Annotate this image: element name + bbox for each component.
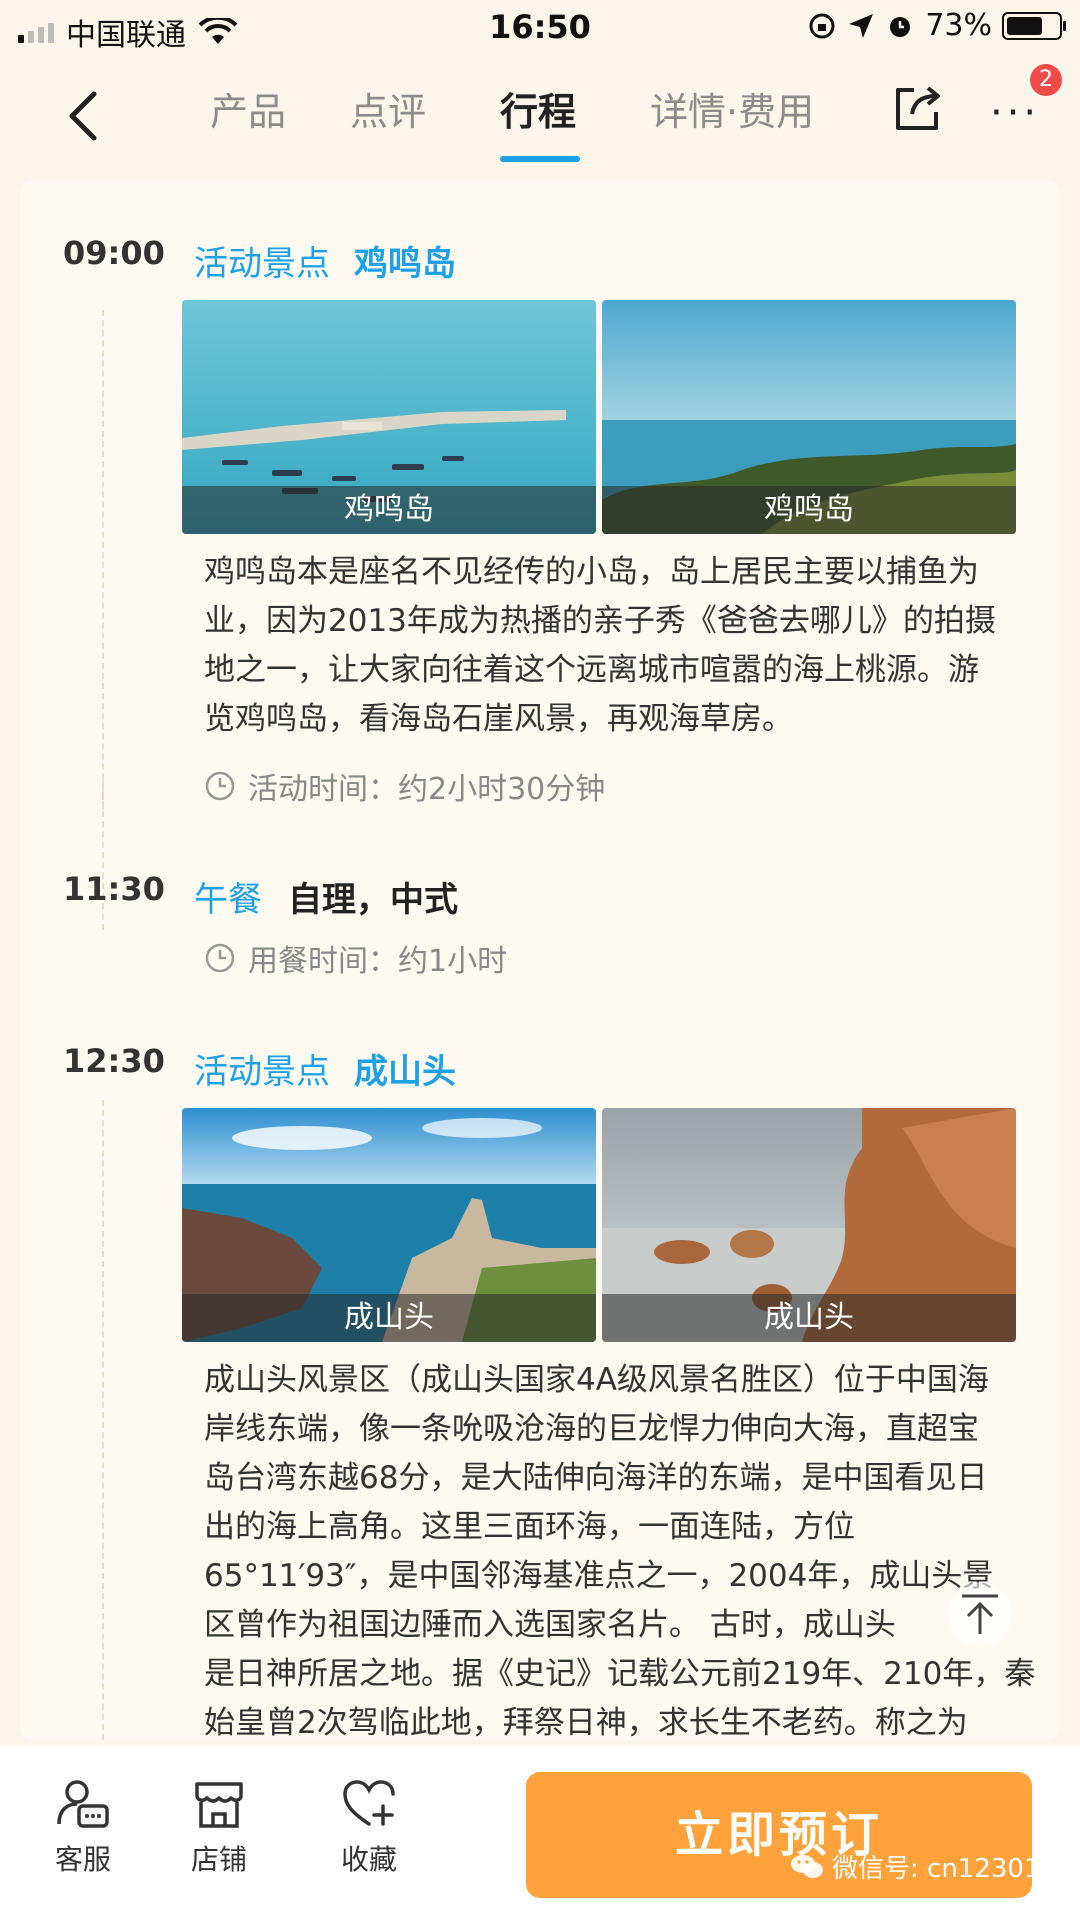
alarm-icon <box>890 16 911 37</box>
photo-caption: 鸡鸣岛 <box>182 486 596 534</box>
photo-jimingdao-coast[interactable]: 鸡鸣岛 <box>602 300 1016 534</box>
customer-service-button[interactable]: 客服 <box>28 1776 138 1878</box>
photo-chengshantou-rocks[interactable]: 成山头 <box>602 1108 1016 1342</box>
orientation-lock-icon <box>809 13 835 38</box>
tab-product[interactable]: 产品 <box>210 82 350 142</box>
description-line: 览鸡鸣岛，看海岛石崖风景，再观海草房。 <box>204 701 793 737</box>
photo-chengshantou-cliff[interactable]: 成山头 <box>182 1108 596 1342</box>
description-line: 鸡鸣岛本是座名不见经传的小岛，岛上居民主要以捕鱼为 <box>204 554 979 590</box>
duration-text: 用餐时间：约1小时 <box>248 944 508 979</box>
favorite-button[interactable]: 收藏 <box>314 1776 424 1878</box>
description-line: 始皇曾2次驾临此地，拜祭日神，求长生不老药。称之为 <box>204 1705 968 1741</box>
description-line: 成山头风景区（成山头国家4A级风景名胜区）位于中国海 <box>204 1362 989 1398</box>
description-line: 是日神所居之地。据《史记》记载公元前219年、210年，秦 <box>204 1656 1036 1692</box>
tab-itinerary[interactable]: 行程 <box>500 82 650 162</box>
item-time: 09:00 <box>63 234 165 272</box>
description-line: 业，因为2013年成为热播的亲子秀《爸爸去哪儿》的拍摄 <box>204 603 996 639</box>
item-title[interactable]: 鸡鸣岛 <box>354 236 456 285</box>
tab-details-fees-label: 详情·费用 <box>650 90 815 134</box>
photo-caption: 鸡鸣岛 <box>602 486 1016 534</box>
arrow-up-icon <box>962 1594 998 1634</box>
description-line: 岛台湾东越68分，是大陆伸向海洋的东端，是中国看见日 <box>204 1460 988 1496</box>
status-right: 73% <box>807 8 1066 43</box>
customer-service-label: 客服 <box>54 1843 111 1876</box>
tab-reviews[interactable]: 点评 <box>350 82 500 142</box>
item-type: 活动景点 <box>194 244 330 284</box>
clock-icon <box>205 943 235 973</box>
description-line: 65°11′93″，是中国邻海基准点之一，2004年，成山头景 <box>204 1558 994 1594</box>
location-icon <box>849 13 874 38</box>
description-line: 出的海上高角。这里三面环海，一面连陆，方位 <box>204 1509 855 1545</box>
shop-label: 店铺 <box>190 1843 247 1876</box>
description-line: 区曾作为祖国边陲而入选国家名片。 古时，成山头 <box>204 1607 896 1643</box>
active-tab-indicator <box>500 156 580 162</box>
tab-details-fees[interactable]: 详情·费用 <box>650 82 830 142</box>
item-description: 成山头风景区（成山头国家4A级风景名胜区）位于中国海 岸线东端，像一条吮吸沧海的… <box>204 1356 1035 1748</box>
photo-jimingdao-harbor[interactable]: 鸡鸣岛 <box>182 300 596 534</box>
description-line: 地之一，让大家向往着这个远离城市喧嚣的海上桃源。游 <box>204 652 979 688</box>
wechat-icon <box>791 1854 823 1878</box>
item-type: 活动景点 <box>194 1052 330 1092</box>
nav-bar: 产品 点评 行程 详情·费用 ··· 2 <box>0 60 1080 170</box>
shop-icon <box>195 1782 243 1828</box>
itinerary-content: 09:00 活动景点 鸡鸣岛 鸡鸣岛 鸡鸣岛 鸡鸣岛本是座名不见经传的小岛，岛上… <box>20 180 1060 1741</box>
notification-badge: 2 <box>1030 64 1062 96</box>
bottom-bar: 客服 店铺 收藏 立即预订 微信号: cn12301 <box>0 1746 1080 1920</box>
watermark-text: 微信号: cn12301 <box>832 1854 1041 1884</box>
item-time: 11:30 <box>63 870 165 908</box>
tab-reviews-label: 点评 <box>350 90 427 134</box>
tab-itinerary-label: 行程 <box>500 90 577 134</box>
duration-text: 活动时间：约2小时30分钟 <box>248 772 606 807</box>
photo-caption: 成山头 <box>182 1294 596 1342</box>
shop-button[interactable]: 店铺 <box>164 1776 274 1878</box>
tab-bar: 产品 点评 行程 详情·费用 <box>190 82 830 162</box>
share-icon[interactable] <box>892 80 946 134</box>
item-title: 自理，中式 <box>288 880 458 920</box>
back-arrow-icon[interactable] <box>60 86 110 146</box>
battery-icon <box>1002 11 1066 40</box>
more-menu-icon[interactable]: ··· <box>990 90 1040 136</box>
status-bar: 中国联通 16:50 73% <box>0 0 1080 56</box>
item-type: 午餐 <box>194 880 262 920</box>
wechat-watermark: 微信号: cn12301 <box>790 1848 1041 1885</box>
item-time: 12:30 <box>63 1042 165 1080</box>
description-line: 岸线东端，像一条吮吸沧海的巨龙悍力伸向大海，直超宝 <box>204 1411 979 1447</box>
activity-duration: 活动时间：约2小时30分钟 <box>204 764 605 808</box>
timeline-line <box>102 310 104 810</box>
photo-caption: 成山头 <box>602 1294 1016 1342</box>
favorite-label: 收藏 <box>340 1843 397 1876</box>
tab-product-label: 产品 <box>210 90 287 134</box>
meal-duration: 用餐时间：约1小时 <box>204 936 507 980</box>
clock-icon <box>205 771 235 801</box>
item-title[interactable]: 成山头 <box>354 1044 456 1093</box>
customer-service-icon <box>57 1780 109 1828</box>
item-description: 鸡鸣岛本是座名不见经传的小岛，岛上居民主要以捕鱼为 业，因为2013年成为热播的… <box>204 548 996 744</box>
scroll-to-top-button[interactable] <box>948 1582 1012 1646</box>
timeline-line <box>102 1100 104 1740</box>
battery-percent: 73% <box>925 8 992 43</box>
heart-plus-icon <box>343 1780 395 1826</box>
